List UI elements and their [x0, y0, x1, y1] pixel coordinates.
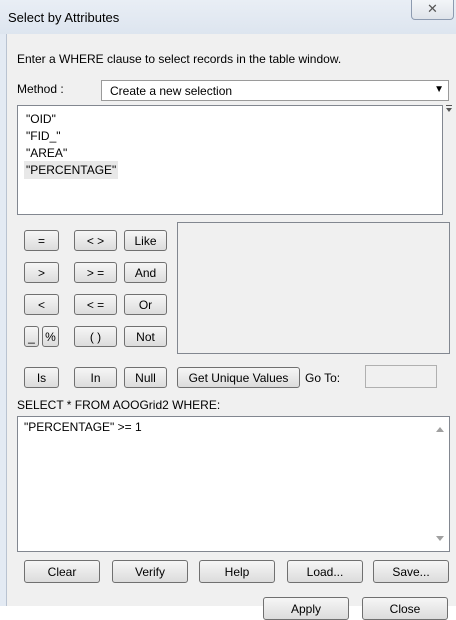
- wildcard-underscore-button[interactable]: _: [24, 326, 39, 347]
- scroll-up-icon[interactable]: [436, 427, 444, 432]
- goto-input[interactable]: [365, 365, 437, 388]
- goto-label: Go To:: [305, 371, 341, 385]
- wildcard-percent-button[interactable]: %: [42, 326, 59, 347]
- unique-values-list[interactable]: [177, 222, 450, 354]
- chevron-down-icon: ▼: [434, 84, 444, 95]
- operator-less-equal-button[interactable]: < =: [74, 294, 117, 315]
- close-icon[interactable]: ✕: [411, 0, 454, 20]
- operator-greater-equal-button[interactable]: > =: [74, 262, 117, 283]
- operator-not-button[interactable]: Not: [124, 326, 167, 347]
- get-unique-values-button[interactable]: Get Unique Values: [177, 367, 300, 388]
- method-dropdown[interactable]: Create a new selection ▼: [101, 80, 449, 101]
- window-title: Select by Attributes: [8, 10, 120, 25]
- save-button[interactable]: Save...: [373, 560, 449, 583]
- list-options-icon[interactable]: [446, 104, 454, 113]
- operator-like-button[interactable]: Like: [124, 230, 167, 251]
- fields-list[interactable]: "OID" "FID_" "AREA" "PERCENTAGE": [17, 105, 443, 215]
- close-button[interactable]: Close: [362, 597, 448, 620]
- sql-expression-textarea[interactable]: "PERCENTAGE" >= 1: [17, 416, 450, 552]
- operator-is-button[interactable]: Is: [24, 367, 59, 388]
- apply-button[interactable]: Apply: [263, 597, 349, 620]
- operator-not-equal-button[interactable]: < >: [74, 230, 117, 251]
- scroll-down-icon[interactable]: [436, 536, 444, 541]
- method-value: Create a new selection: [110, 84, 233, 98]
- clear-button[interactable]: Clear: [24, 560, 100, 583]
- operator-and-button[interactable]: And: [124, 262, 167, 283]
- window-frame: [0, 34, 7, 606]
- field-item[interactable]: "PERCENTAGE": [24, 161, 119, 179]
- field-item[interactable]: "OID": [24, 110, 58, 128]
- operator-equal-button[interactable]: =: [24, 230, 59, 251]
- operator-null-button[interactable]: Null: [124, 367, 167, 388]
- field-item[interactable]: "AREA": [24, 144, 69, 162]
- title-bar: Select by Attributes ✕: [0, 0, 456, 35]
- field-item[interactable]: "FID_": [24, 127, 63, 145]
- instruction-text: Enter a WHERE clause to select records i…: [17, 52, 342, 66]
- operator-in-button[interactable]: In: [74, 367, 117, 388]
- parentheses-button[interactable]: ( ): [74, 326, 117, 347]
- expression-scrollbar[interactable]: [432, 417, 449, 551]
- operator-or-button[interactable]: Or: [124, 294, 167, 315]
- load-button[interactable]: Load...: [287, 560, 363, 583]
- method-label: Method :: [17, 82, 64, 96]
- operator-greater-button[interactable]: >: [24, 262, 59, 283]
- help-button[interactable]: Help: [199, 560, 275, 583]
- dialog-body: Enter a WHERE clause to select records i…: [7, 34, 456, 620]
- operator-less-button[interactable]: <: [24, 294, 59, 315]
- sql-prefix-label: SELECT * FROM AOOGrid2 WHERE:: [17, 398, 221, 412]
- sql-expression-text: "PERCENTAGE" >= 1: [24, 420, 142, 434]
- verify-button[interactable]: Verify: [112, 560, 188, 583]
